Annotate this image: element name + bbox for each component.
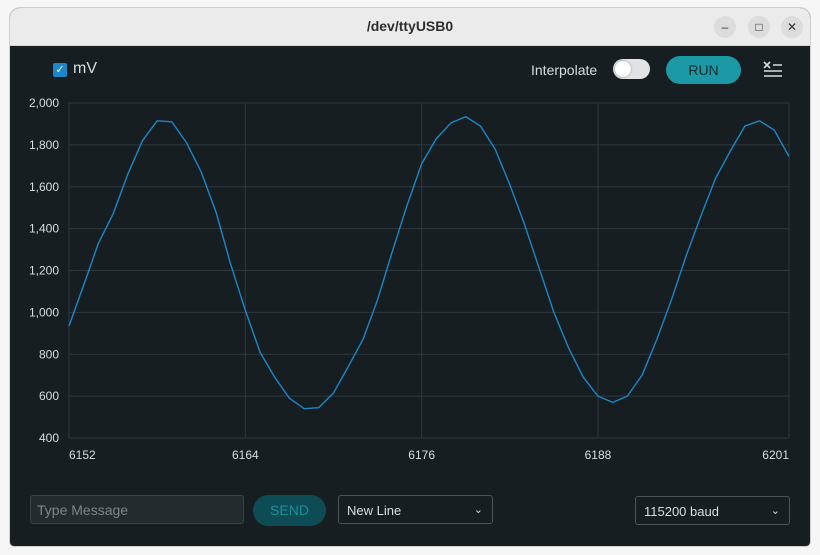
x-tick-label: 6152 [69,448,96,462]
toggle-knob [615,61,631,77]
y-tick-label: 800 [39,347,59,361]
run-button[interactable]: RUN [666,56,741,84]
x-tick-label: 6176 [408,448,435,462]
window-title: /dev/ttyUSB0 [366,18,454,34]
y-tick-label: 1,800 [29,138,59,152]
series-line-mv [68,115,790,410]
series-label: mV [73,60,97,77]
y-tick-label: 1,200 [29,264,59,278]
toolbar: ✓ mV Interpolate RUN [10,46,810,96]
y-tick-label: 600 [39,389,59,403]
footer: Type Message SEND New Line ⌄ 115200 baud… [10,486,810,546]
interpolate-label: Interpolate [531,62,598,78]
x-tick-label: 6201 [762,448,789,462]
serial-plotter-window: /dev/ttyUSB0 – □ ✕ ✓ mV Interpolate RUN … [10,8,810,546]
maximize-icon[interactable]: □ [748,16,770,38]
message-input[interactable]: Type Message [30,495,244,524]
y-tick-label: 1,400 [29,222,59,236]
minimize-icon[interactable]: – [714,16,736,38]
clear-list-icon[interactable] [762,59,784,81]
line-ending-value: New Line [347,503,402,518]
line-ending-select[interactable]: New Line ⌄ [338,495,493,524]
y-tick-label: 1,600 [29,180,59,194]
y-tick-label: 1,000 [29,305,59,319]
plot-chart: 2,000 1,800 1,600 1,400 1,200 1,000 800 600 400 6… [29,96,790,462]
title-bar: /dev/ttyUSB0 – □ ✕ [10,8,810,46]
x-tick-label: 6164 [232,448,259,462]
interpolate-toggle[interactable] [613,59,650,79]
baud-rate-value: 115200 baud [644,504,719,519]
chevron-down-icon: ⌄ [770,505,780,517]
x-tick-label: 6188 [585,448,612,462]
y-tick-label: 2,000 [29,96,59,110]
y-tick-label: 400 [39,431,59,445]
baud-rate-select[interactable]: 115200 baud ⌄ [635,496,790,525]
series-checkbox[interactable]: ✓ [53,63,67,77]
close-icon[interactable]: ✕ [781,16,803,38]
chevron-down-icon: ⌄ [473,504,483,516]
send-button[interactable]: SEND [253,495,326,526]
